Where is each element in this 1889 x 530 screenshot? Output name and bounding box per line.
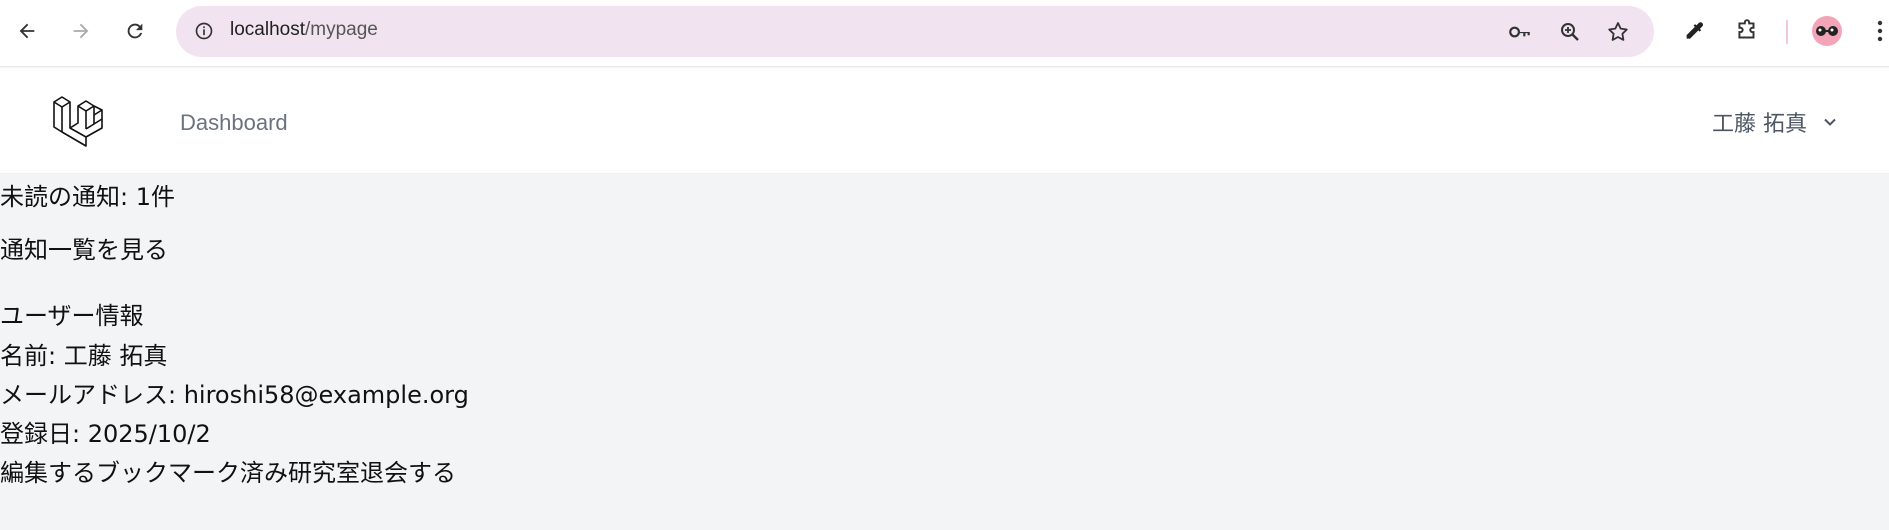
laravel-logo-icon[interactable] (52, 92, 108, 148)
glasses-icon (1816, 26, 1838, 36)
app-header: Dashboard 工藤 拓真 (0, 68, 1889, 174)
arrow-right-icon (73, 23, 89, 39)
profile-avatar[interactable] (1812, 16, 1842, 46)
unread-notifications-count: 未読の通知: 1件 (0, 183, 175, 211)
edit-profile-link[interactable]: 編集する (0, 459, 96, 487)
back-button[interactable] (10, 14, 44, 48)
user-registered-date: 登録日: 2025/10/2 (0, 420, 211, 448)
user-name-field: 名前: 工藤 拓真 (0, 342, 168, 370)
user-actions: 編集するブックマーク済み研究室退会する (0, 453, 456, 488)
arrow-left-icon (19, 23, 35, 39)
url-path: /mypage (305, 19, 378, 40)
menu-kebab-icon[interactable] (1870, 14, 1889, 48)
toolbar-separator (1786, 20, 1788, 44)
bookmark-star-icon[interactable] (1604, 18, 1632, 46)
withdraw-account-link[interactable]: 退会する (360, 459, 456, 487)
browser-toolbar: localhost/mypage (0, 0, 1889, 67)
url-text: localhost/mypage (230, 19, 378, 41)
user-info-heading: ユーザー情報 (0, 302, 144, 330)
reload-button[interactable] (118, 14, 152, 48)
user-dropdown-trigger[interactable]: 工藤 拓真 (1712, 106, 1841, 138)
address-bar[interactable]: localhost/mypage (176, 6, 1654, 57)
chevron-down-icon (1819, 111, 1841, 133)
url-host: localhost (230, 19, 305, 40)
user-email-field: メールアドレス: hiroshi58@example.org (0, 381, 469, 409)
bookmarked-labs-link[interactable]: ブックマーク済み研究室 (96, 459, 360, 487)
reload-icon (127, 23, 143, 39)
extensions-puzzle-icon[interactable] (1730, 14, 1764, 48)
eyedropper-icon[interactable] (1677, 14, 1711, 48)
key-icon[interactable] (1506, 18, 1534, 46)
forward-button[interactable] (64, 14, 98, 48)
view-notifications-link[interactable]: 通知一覧を見る (0, 230, 168, 265)
nav-link-dashboard[interactable]: Dashboard (180, 110, 288, 136)
zoom-icon[interactable] (1556, 18, 1584, 46)
site-info-icon[interactable] (192, 19, 216, 43)
user-name: 工藤 拓真 (1712, 112, 1807, 137)
